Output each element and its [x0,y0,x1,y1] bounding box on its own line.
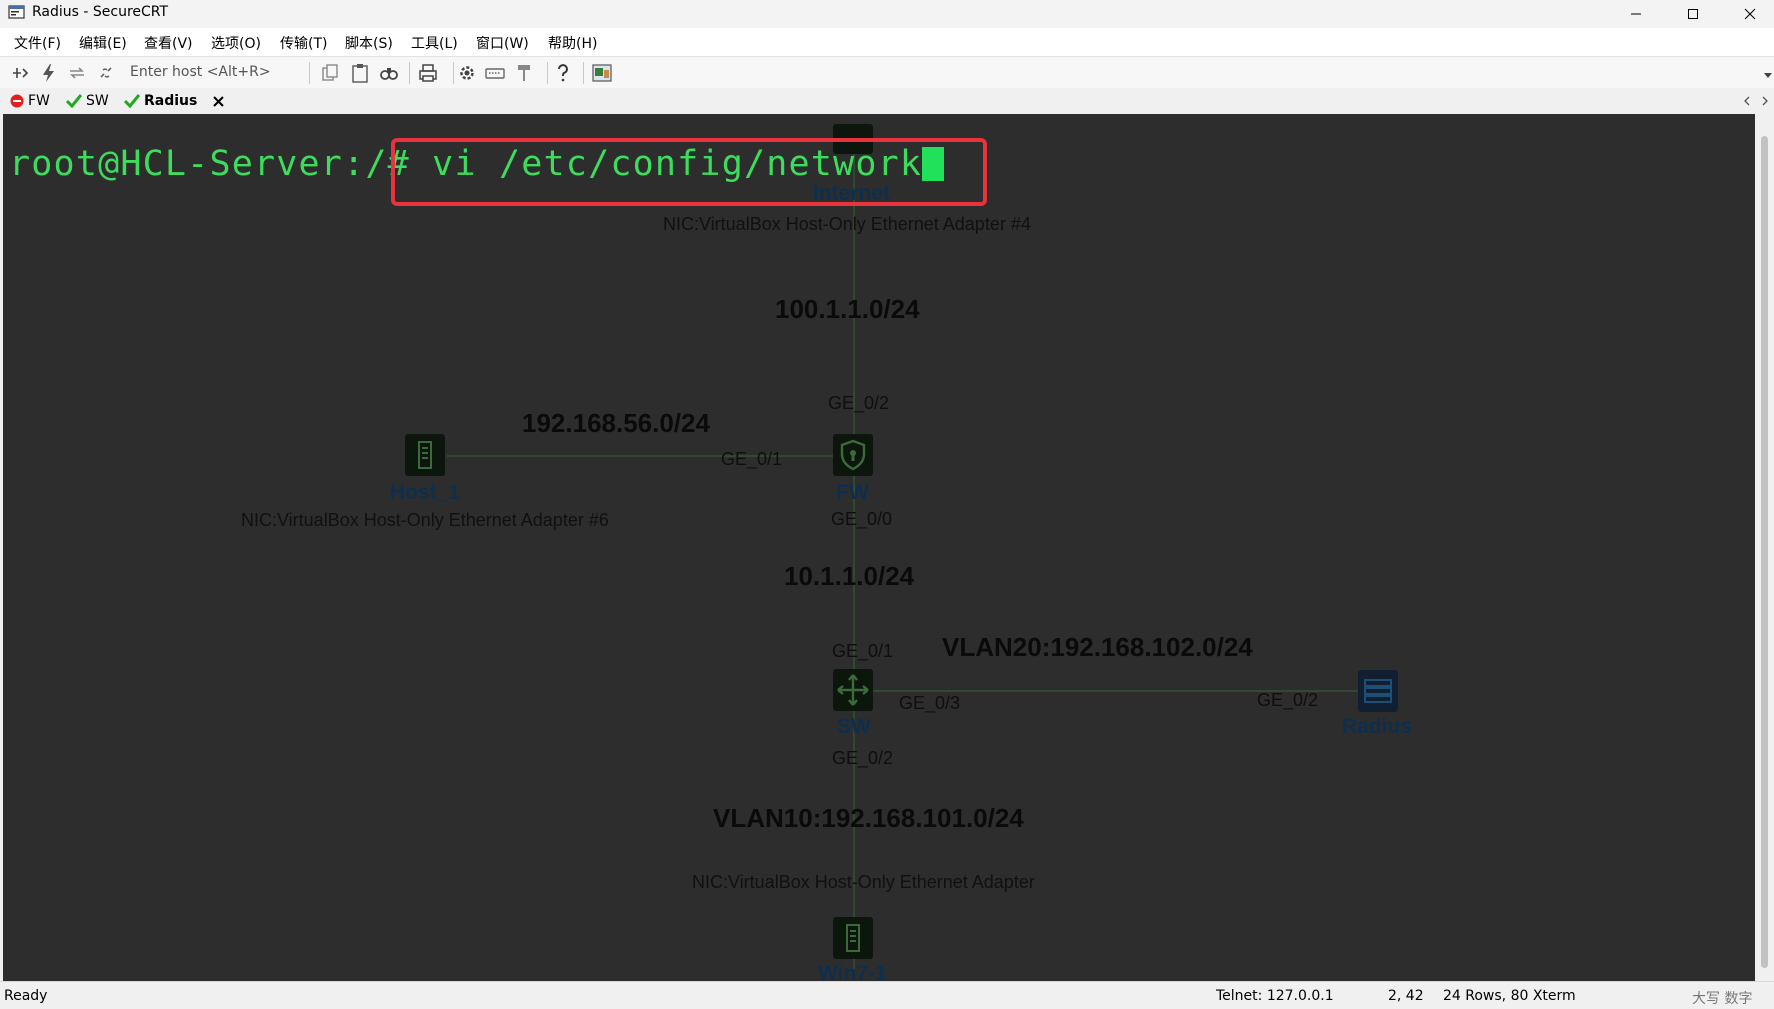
copy-icon[interactable] [319,62,341,84]
scrollbar-thumb[interactable] [1761,136,1768,968]
port-label-radius-left: GE_0/2 [1257,690,1319,710]
maximize-icon [1688,9,1698,19]
menu-view[interactable]: 查看(V) [144,33,193,53]
title-bar: Radius - SecureCRT [0,0,1774,28]
nic-label-internet: NIC:VirtualBox Host-Only Ethernet Adapte… [663,214,1031,234]
win7-server-icon [833,917,873,959]
menu-help[interactable]: 帮助(H) [548,33,597,53]
quick-connect-icon[interactable] [38,62,60,84]
terminal-scrollbar[interactable] [1755,114,1774,981]
window-title: Radius - SecureCRT [32,4,169,20]
enter-host-input[interactable] [124,60,316,84]
tab-fw[interactable]: FW [10,91,50,111]
nic-label-win7: NIC:VirtualBox Host-Only Ethernet Adapte… [692,872,1035,892]
port-label-fw-left: GE_0/1 [721,449,783,469]
status-bar: Ready Telnet: 127.0.0.1 2, 42 24 Rows, 8… [0,981,1774,1009]
minimize-button[interactable] [1608,0,1664,28]
tab-radius[interactable]: Radius [124,91,225,111]
terminal-prompt: root@HCL-Server:/# [9,144,433,184]
close-tab-icon[interactable] [213,95,225,107]
connected-checkmark-icon [124,94,140,108]
disconnected-icon [10,94,24,108]
device-name-sw: SW [837,715,871,738]
host1-server-icon [405,434,445,476]
radius-server-icon [1358,670,1398,712]
firewall-shield-icon [833,434,873,476]
securecrt-app-icon [8,5,25,19]
close-button[interactable] [1722,0,1774,28]
connect-icon[interactable] [9,62,31,84]
toolbar-separator [453,62,454,84]
status-connection: Telnet: 127.0.0.1 [1216,988,1334,1004]
help-icon[interactable] [552,62,574,84]
find-icon[interactable] [378,62,400,84]
maximize-button[interactable] [1665,0,1721,28]
reconnect-icon[interactable] [66,62,88,84]
terminal-area[interactable]: Internet NIC:VirtualBox Host-Only Ethern… [3,114,1755,981]
toolbar-separator [409,62,410,84]
paste-icon[interactable] [349,62,371,84]
session-tab-bar: FW SW Radius [0,88,1774,114]
port-label-sw-right: GE_0/3 [899,693,961,713]
port-label-fw-top: GE_0/2 [828,393,890,413]
tab-label: FW [28,93,50,109]
network-label-vlan10: VLAN10:192.168.101.0/24 [713,803,1024,833]
toolbar-separator [547,62,548,84]
network-label-vlan20: VLAN20:192.168.102.0/24 [942,632,1253,662]
port-label-fw-bottom: GE_0/0 [831,509,893,529]
menu-script[interactable]: 脚本(S) [345,33,393,53]
tab-scroll-right-icon[interactable] [1761,96,1769,106]
toolbar-separator [309,62,310,84]
session-manager-icon[interactable] [591,62,613,84]
minimize-icon [1631,13,1641,15]
device-name-host1: Host_1 [390,481,461,504]
disconnect-icon[interactable] [95,62,117,84]
tab-scroll-left-icon[interactable] [1743,96,1751,106]
tab-label: Radius [144,93,198,109]
menu-file[interactable]: 文件(F) [14,33,61,53]
tab-sw[interactable]: SW [66,91,109,111]
topology-link-host-fw [447,455,857,457]
close-icon [1744,8,1756,20]
tab-label: SW [86,93,109,109]
menu-edit[interactable]: 编辑(E) [79,33,127,53]
device-name-radius: Radius [1342,715,1413,738]
command-highlight-box [391,138,987,206]
network-label-host: 192.168.56.0/24 [522,408,710,438]
print-icon[interactable] [417,62,439,84]
network-label-fw-sw: 10.1.1.0/24 [784,561,915,591]
status-terminal-size: 24 Rows, 80 Xterm [1443,988,1576,1004]
menu-bar: 文件(F) 编辑(E) 查看(V) 选项(O) 传输(T) 脚本(S) 工具(L… [0,28,1774,57]
toolbar-separator [583,62,584,84]
settings-gear-icon[interactable] [456,62,478,84]
toolbar [0,57,1774,89]
status-ime-indicator: 大写 数字 [1692,991,1753,1007]
menu-options[interactable]: 选项(O) [211,33,261,53]
port-label-sw-top: GE_0/1 [832,641,894,661]
connected-checkmark-icon [66,94,82,108]
menu-window[interactable]: 窗口(W) [476,33,529,53]
menu-tools[interactable]: 工具(L) [411,33,458,53]
switch-arrows-icon [833,669,873,711]
status-cursor-position: 2, 42 [1388,988,1424,1004]
toolbar-overflow-chevron-icon[interactable] [1764,73,1772,79]
port-label-sw-bottom: GE_0/2 [832,748,894,768]
menu-transfer[interactable]: 传输(T) [280,33,327,53]
nic-label-host1: NIC:VirtualBox Host-Only Ethernet Adapte… [241,510,609,530]
device-name-fw: FW [836,481,869,504]
sftp-icon[interactable] [513,62,535,84]
status-state: Ready [4,988,48,1004]
network-label-internet: 100.1.1.0/24 [775,294,920,324]
device-name-win7: Win7-1 [818,962,887,981]
keymap-icon[interactable] [484,62,506,84]
